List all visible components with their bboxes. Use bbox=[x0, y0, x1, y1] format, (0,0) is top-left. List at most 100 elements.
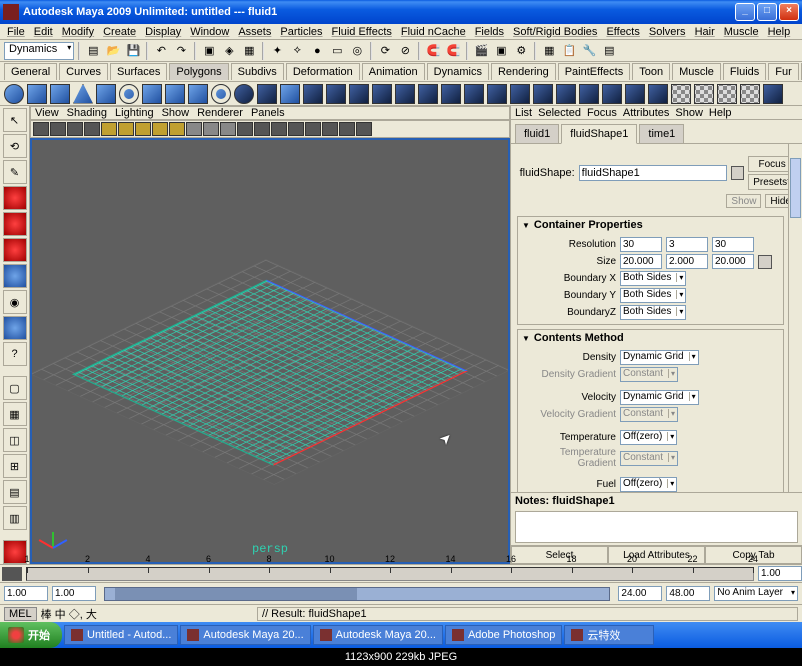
uv-auto-icon[interactable] bbox=[740, 84, 760, 104]
vp-twosided-icon[interactable] bbox=[356, 122, 372, 136]
select-tool[interactable]: ↖ bbox=[3, 108, 27, 132]
resolution-z-field[interactable] bbox=[712, 237, 754, 252]
select-node-button[interactable]: Select bbox=[511, 546, 608, 564]
ipr-icon[interactable]: ▣ bbox=[492, 42, 510, 60]
shelf-tab-animation[interactable]: Animation bbox=[362, 63, 425, 80]
menu-file[interactable]: File bbox=[4, 26, 28, 38]
range-start-field[interactable] bbox=[4, 586, 48, 601]
graph-layout[interactable]: ▥ bbox=[3, 506, 27, 530]
playback-start-field[interactable] bbox=[52, 586, 96, 601]
vp-select-camera-icon[interactable] bbox=[33, 122, 49, 136]
vp-wireonshaded-icon[interactable] bbox=[339, 122, 355, 136]
resolution-x-field[interactable] bbox=[620, 237, 662, 252]
menu-window[interactable]: Window bbox=[187, 26, 232, 38]
tool-settings-icon[interactable]: 🔧 bbox=[580, 42, 598, 60]
contents-method-title[interactable]: Contents Method bbox=[518, 330, 783, 346]
menu-fields[interactable]: Fields bbox=[472, 26, 507, 38]
poly-text-icon[interactable] bbox=[280, 84, 300, 104]
redo-icon[interactable]: ↷ bbox=[172, 42, 190, 60]
taskbar-item[interactable]: 云特效 bbox=[564, 625, 654, 645]
taskbar-item[interactable]: Adobe Photoshop bbox=[445, 625, 562, 645]
taskbar-item[interactable]: Untitled - Autod... bbox=[64, 625, 178, 645]
maya-icon[interactable] bbox=[3, 540, 27, 564]
shelf-tab-rendering[interactable]: Rendering bbox=[491, 63, 556, 80]
boundary-z-select[interactable]: Both Sides bbox=[620, 305, 686, 320]
poly-torus-icon[interactable] bbox=[119, 84, 139, 104]
menu-modify[interactable]: Modify bbox=[59, 26, 97, 38]
fluid-container[interactable] bbox=[72, 280, 468, 466]
soft-mod-tool[interactable]: ◉ bbox=[3, 290, 27, 314]
viewport-menu-view[interactable]: View bbox=[35, 107, 59, 119]
viewport-menu-renderer[interactable]: Renderer bbox=[197, 107, 243, 119]
menu-softrigidbodies[interactable]: Soft/Rigid Bodies bbox=[510, 26, 600, 38]
snap-live-icon[interactable]: ◎ bbox=[348, 42, 366, 60]
new-scene-icon[interactable]: ▤ bbox=[84, 42, 102, 60]
node-icon[interactable] bbox=[731, 166, 745, 180]
menu-display[interactable]: Display bbox=[142, 26, 184, 38]
poly-cube-icon[interactable] bbox=[27, 84, 47, 104]
menu-effects[interactable]: Effects bbox=[603, 26, 642, 38]
attr-tab-fluid1[interactable]: fluid1 bbox=[515, 124, 559, 144]
vp-shaded-icon[interactable] bbox=[203, 122, 219, 136]
vp-grid-icon[interactable] bbox=[322, 122, 338, 136]
menu-muscle[interactable]: Muscle bbox=[721, 26, 762, 38]
sculpt-icon[interactable] bbox=[648, 84, 668, 104]
select-component-icon[interactable]: ▦ bbox=[240, 42, 258, 60]
channel-box-icon[interactable]: ▤ bbox=[600, 42, 618, 60]
attr-menu-show[interactable]: Show bbox=[675, 107, 703, 119]
outliner-layout[interactable]: ▤ bbox=[3, 480, 27, 504]
vp-textured-icon[interactable] bbox=[220, 122, 236, 136]
anim-layer-select[interactable]: No Anim Layer bbox=[714, 586, 798, 601]
universal-manip-tool[interactable] bbox=[3, 264, 27, 288]
combine-icon[interactable] bbox=[303, 84, 323, 104]
close-button[interactable]: × bbox=[779, 3, 799, 21]
vp-image-plane-icon[interactable] bbox=[84, 122, 100, 136]
layout-icon[interactable]: ▦ bbox=[540, 42, 558, 60]
shelf-tab-curves[interactable]: Curves bbox=[59, 63, 108, 80]
velocity-select[interactable]: Dynamic Grid bbox=[620, 390, 699, 405]
poly-prism-icon[interactable] bbox=[142, 84, 162, 104]
attr-editor-icon[interactable]: 📋 bbox=[560, 42, 578, 60]
snap-plane-icon[interactable]: ▭ bbox=[328, 42, 346, 60]
poly-cylinder-icon[interactable] bbox=[50, 84, 70, 104]
extrude-icon[interactable] bbox=[510, 84, 530, 104]
append-icon[interactable] bbox=[464, 84, 484, 104]
show-button[interactable]: Show bbox=[726, 194, 761, 208]
vp-shadows-icon[interactable] bbox=[254, 122, 270, 136]
container-properties-title[interactable]: Container Properties bbox=[518, 217, 783, 233]
poly-platonic-icon[interactable] bbox=[257, 84, 277, 104]
shelf-tab-general[interactable]: General bbox=[4, 63, 57, 80]
range-end-field[interactable] bbox=[666, 586, 710, 601]
time-slider[interactable]: 124681012141618202224 bbox=[0, 564, 802, 582]
bridge-icon[interactable] bbox=[441, 84, 461, 104]
fuel-select[interactable]: Off(zero) bbox=[620, 477, 677, 492]
time-current-marker[interactable] bbox=[2, 567, 22, 581]
menu-edit[interactable]: Edit bbox=[31, 26, 56, 38]
vp-wireframe-icon[interactable] bbox=[186, 122, 202, 136]
menu-hair[interactable]: Hair bbox=[692, 26, 718, 38]
vp-isolate-icon[interactable] bbox=[288, 122, 304, 136]
menu-assets[interactable]: Assets bbox=[235, 26, 274, 38]
open-scene-icon[interactable]: 📂 bbox=[104, 42, 122, 60]
two-pane-layout[interactable]: ◫ bbox=[3, 428, 27, 452]
split-icon[interactable] bbox=[602, 84, 622, 104]
shelf-tab-surfaces[interactable]: Surfaces bbox=[110, 63, 167, 80]
snap-point-icon[interactable]: ● bbox=[308, 42, 326, 60]
vp-bookmark-icon[interactable] bbox=[67, 122, 83, 136]
paint-select-tool[interactable]: ✎ bbox=[3, 160, 27, 184]
menu-create[interactable]: Create bbox=[100, 26, 139, 38]
attr-menu-attributes[interactable]: Attributes bbox=[623, 107, 669, 119]
playback-end-field[interactable] bbox=[618, 586, 662, 601]
uv-planar-icon[interactable] bbox=[671, 84, 691, 104]
history-off-icon[interactable]: ⊘ bbox=[396, 42, 414, 60]
perspective-viewport[interactable]: persp bbox=[30, 138, 510, 564]
resolution-y-field[interactable] bbox=[666, 237, 708, 252]
shelf-tab-dynamics[interactable]: Dynamics bbox=[427, 63, 489, 80]
last-tool[interactable]: ? bbox=[3, 342, 27, 366]
temperature-select[interactable]: Off(zero) bbox=[620, 430, 677, 445]
size-lock-icon[interactable] bbox=[758, 255, 772, 269]
boundary-y-select[interactable]: Both Sides bbox=[620, 288, 686, 303]
show-manip-tool[interactable] bbox=[3, 316, 27, 340]
poly-sphere-icon[interactable] bbox=[4, 84, 24, 104]
scale-tool[interactable] bbox=[3, 238, 27, 262]
